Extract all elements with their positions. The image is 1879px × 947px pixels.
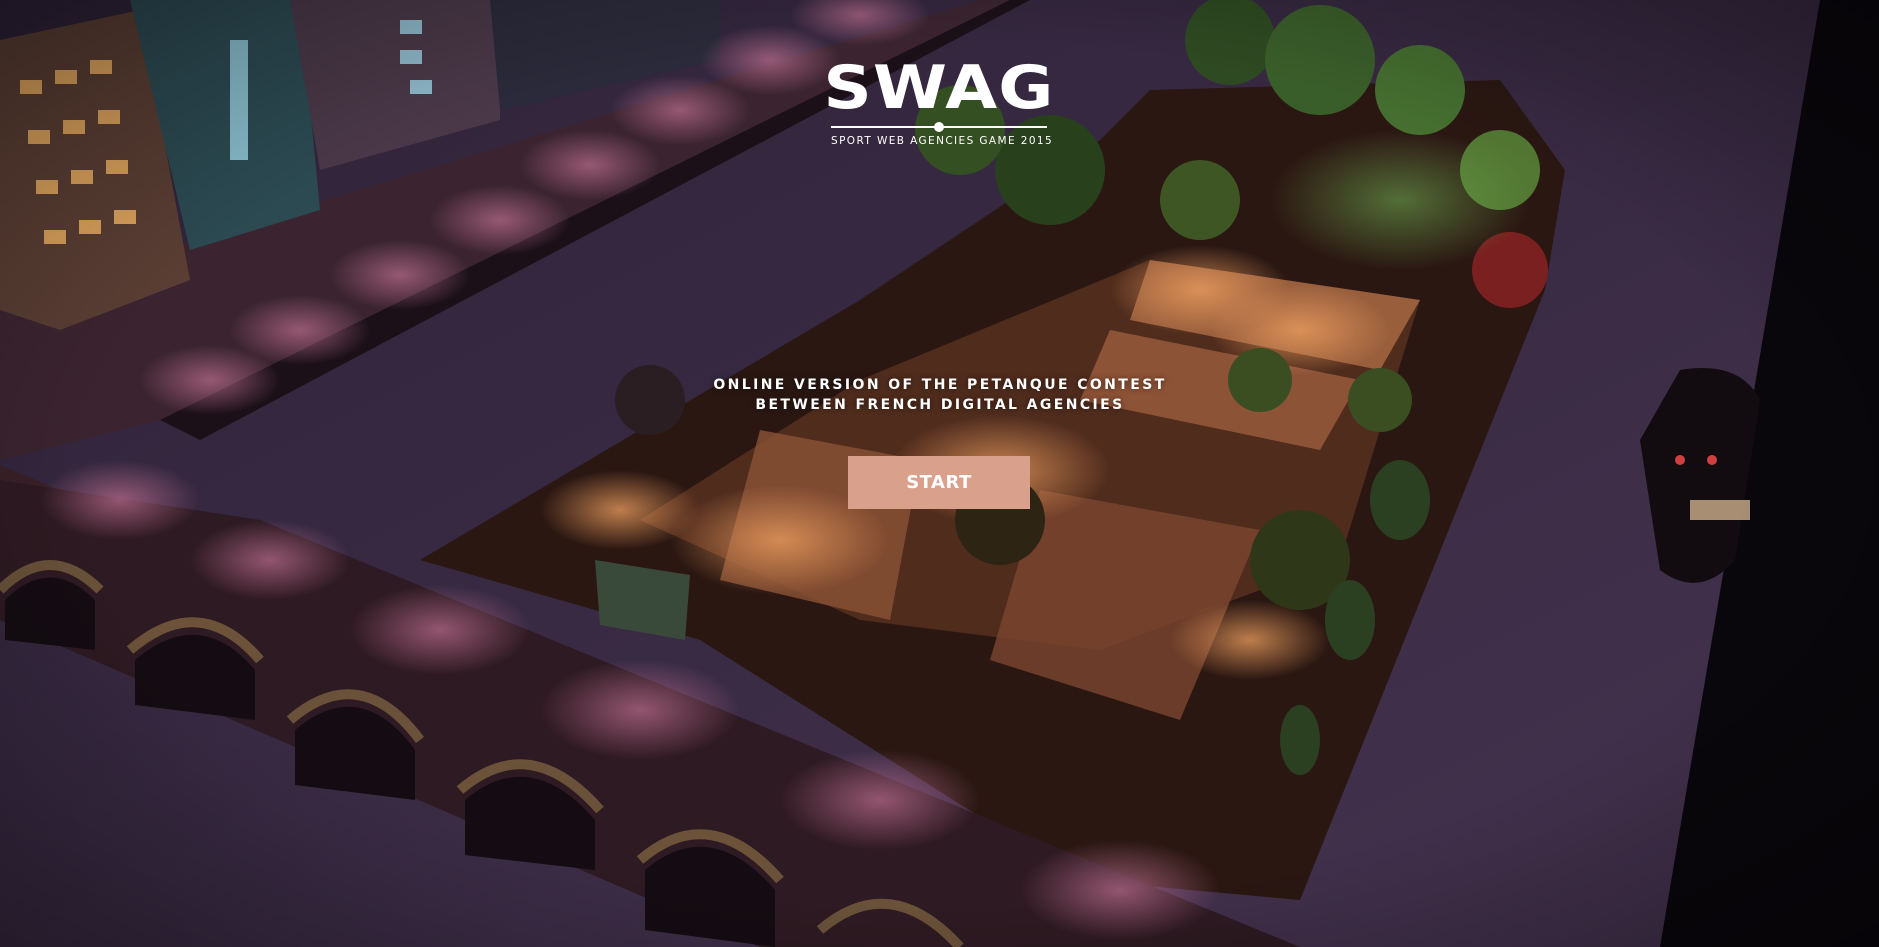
logo-wordmark: SWAG	[823, 53, 1055, 123]
start-button[interactable]: START	[848, 456, 1030, 509]
landing-overlay: SWAG SPORT WEB AGENCIES GAME 2015 ONLINE…	[0, 0, 1879, 947]
swag-logo: SWAG SPORT WEB AGENCIES GAME 2015	[823, 58, 1054, 147]
logo-divider	[831, 122, 1047, 132]
page: SWAG SPORT WEB AGENCIES GAME 2015 ONLINE…	[0, 0, 1879, 947]
tagline-line-2: BETWEEN FRENCH DIGITAL AGENCIES	[755, 397, 1125, 413]
logo-dot-icon	[934, 122, 944, 132]
tagline-line-1: ONLINE VERSION OF THE PETANQUE CONTEST	[713, 377, 1167, 393]
logo-subtitle: SPORT WEB AGENCIES GAME 2015	[831, 135, 1054, 147]
tagline: ONLINE VERSION OF THE PETANQUE CONTEST B…	[640, 375, 1240, 415]
